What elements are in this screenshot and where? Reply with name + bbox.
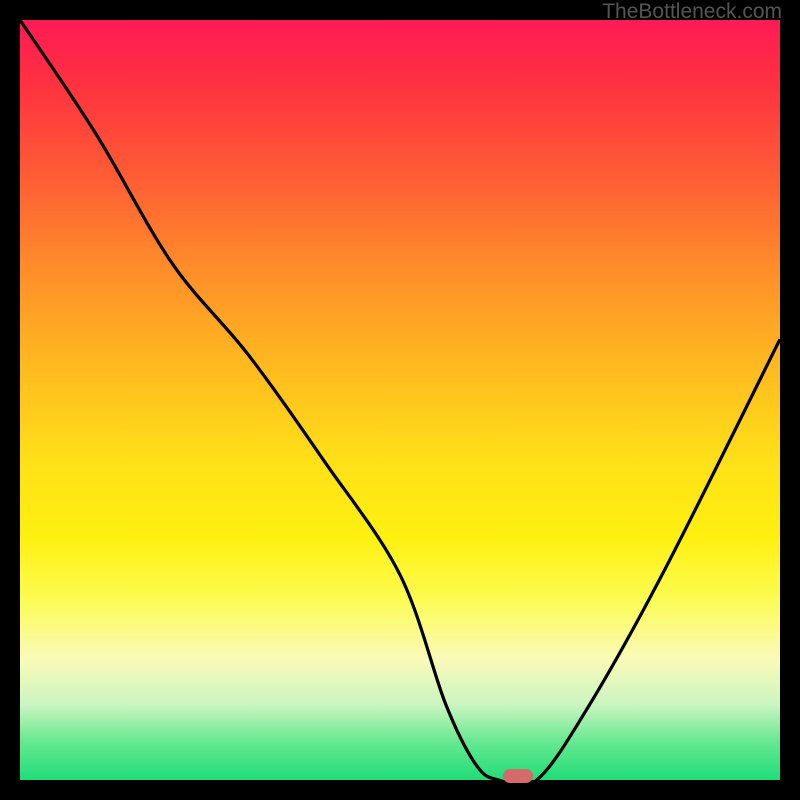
optimum-marker — [503, 769, 533, 783]
chart-container: TheBottleneck.com — [0, 0, 800, 800]
curve-svg — [20, 20, 780, 780]
plot-area — [20, 20, 780, 780]
bottleneck-curve — [20, 20, 780, 780]
watermark-text: TheBottleneck.com — [602, 0, 782, 24]
